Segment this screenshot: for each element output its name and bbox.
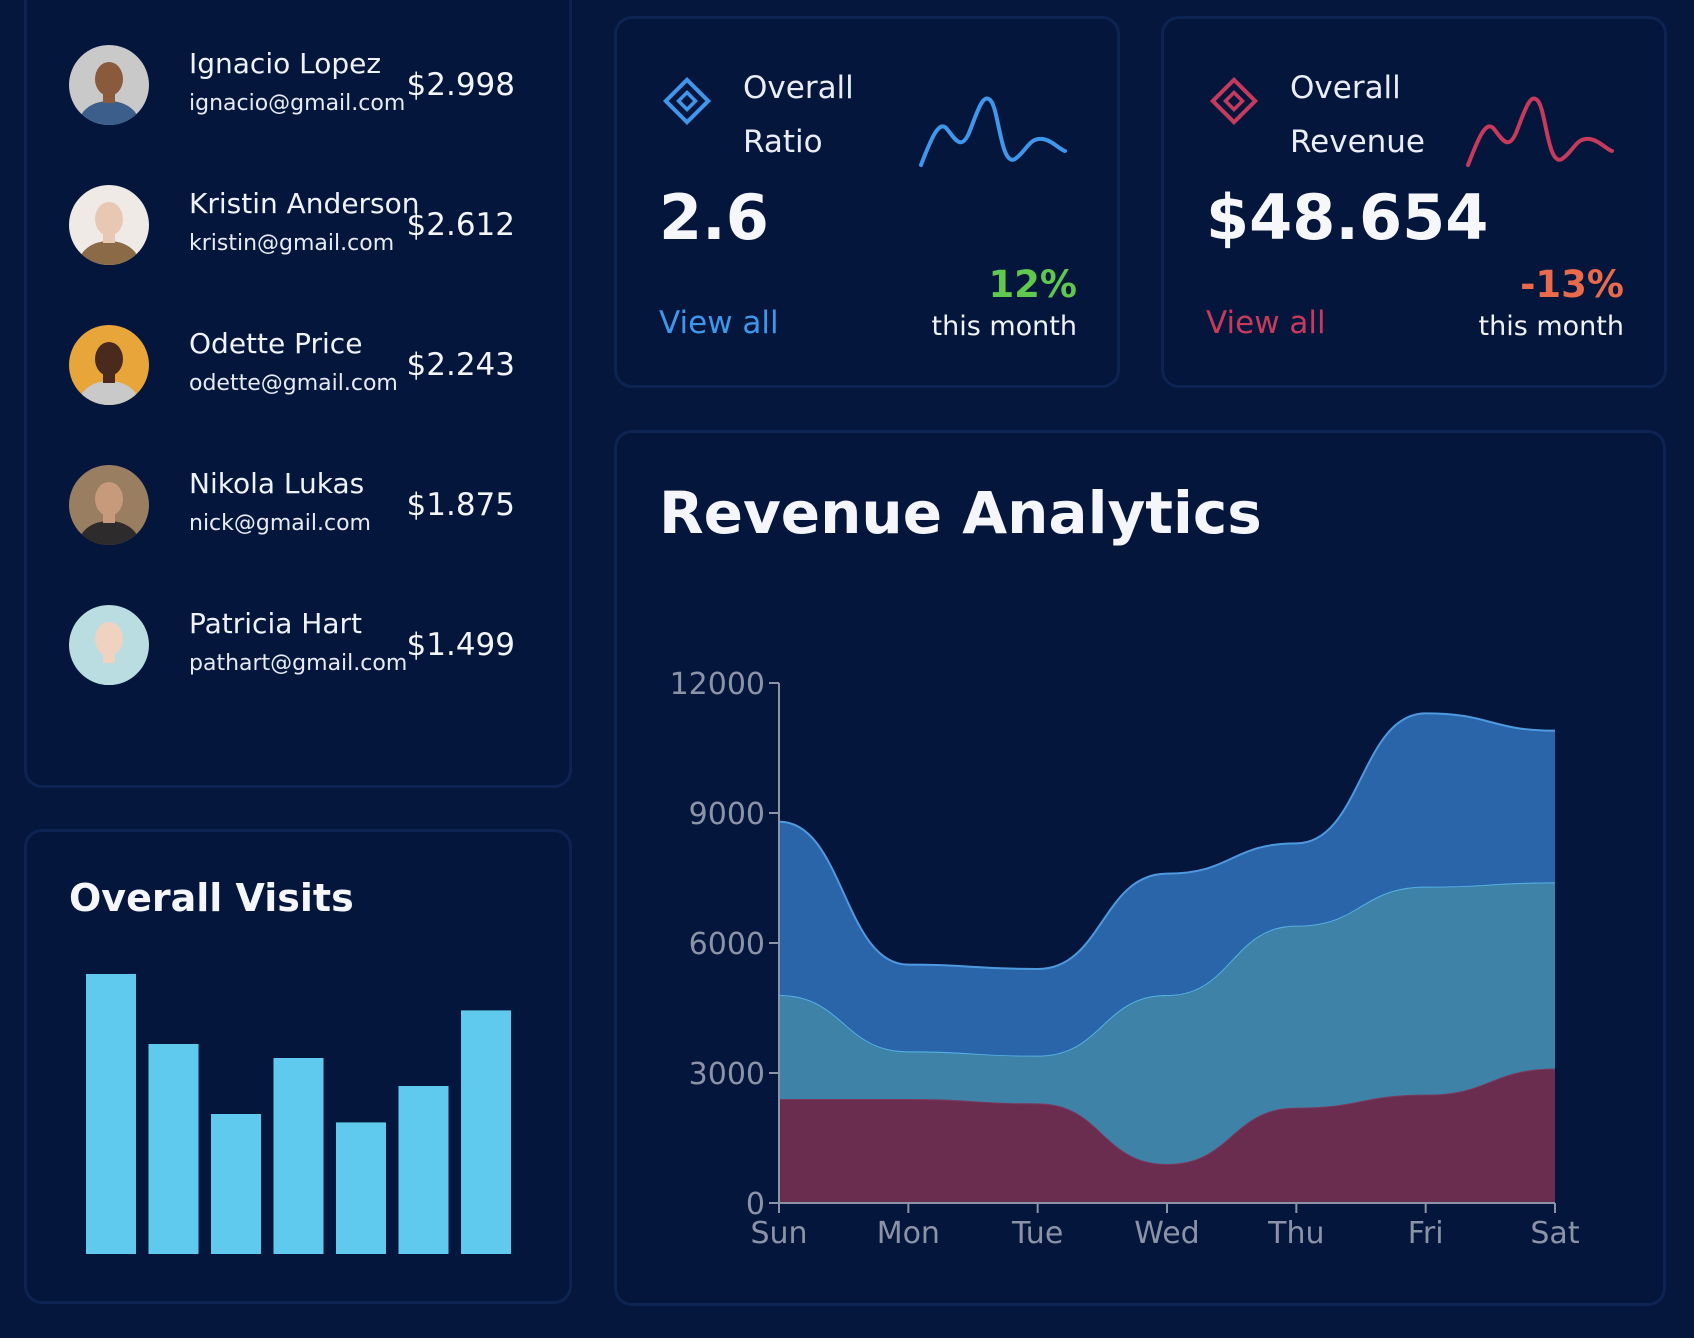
customer-amount: $1.499 xyxy=(406,627,515,663)
ratio-view-all-link[interactable]: View all xyxy=(659,305,779,341)
y-tick-label: 3000 xyxy=(689,1057,765,1092)
avatar xyxy=(69,325,149,405)
customer-row[interactable]: Ignacio Lopez ignacio@gmail.com $2.998 xyxy=(27,45,515,135)
x-tick-label: Mon xyxy=(877,1216,940,1251)
revenue-sparkline xyxy=(1466,96,1614,167)
top-customers-card: Ignacio Lopez ignacio@gmail.com $2.998 Kris… xyxy=(24,0,572,788)
customer-name: Kristin Anderson xyxy=(189,187,420,220)
diamond-icon xyxy=(1209,76,1259,126)
customer-amount: $1.875 xyxy=(406,487,515,523)
customer-email: kristin@gmail.com xyxy=(189,231,395,256)
diamond-icon xyxy=(662,76,712,126)
customer-email: nick@gmail.com xyxy=(189,511,371,536)
x-tick-label: Tue xyxy=(1011,1216,1063,1251)
visits-bar xyxy=(211,1114,261,1254)
ratio-label: Overall Ratio xyxy=(743,70,854,160)
customer-row[interactable]: Kristin Anderson kristin@gmail.com $2.612 xyxy=(27,185,515,275)
customer-name: Nikola Lukas xyxy=(189,467,365,500)
revenue-period: this month xyxy=(1478,311,1624,342)
x-tick-label: Sun xyxy=(750,1216,807,1251)
avatar xyxy=(69,45,149,125)
x-tick-label: Thu xyxy=(1267,1216,1324,1251)
visits-bar-chart xyxy=(86,974,511,1254)
revenue-label: Overall Revenue xyxy=(1290,70,1426,160)
customer-amount: $2.243 xyxy=(406,347,515,383)
customer-name: Patricia Hart xyxy=(189,607,362,640)
customer-email: odette@gmail.com xyxy=(189,371,398,396)
revenue-analytics-card: Revenue Analytics 0 3000 6000 9000 12000 Sun M… xyxy=(614,430,1666,1306)
x-tick-label: Sat xyxy=(1530,1216,1579,1251)
overall-visits-card: Overall Visits xyxy=(24,829,572,1304)
customer-email: ignacio@gmail.com xyxy=(189,91,406,116)
revenue-view-all-link[interactable]: View all xyxy=(1206,305,1326,341)
ratio-sparkline xyxy=(919,96,1067,167)
avatar xyxy=(69,185,149,265)
overall-ratio-card: Overall Ratio 2.6 View all 12% this mont… xyxy=(614,16,1120,388)
customer-name: Odette Price xyxy=(189,327,363,360)
revenue-area-chart: 030006000900012000Sun Mon Tue Wed Thu Fri Sat xyxy=(670,667,1580,1251)
avatar xyxy=(69,605,149,685)
customer-email: pathart@gmail.com xyxy=(189,651,408,676)
y-tick-label: 12000 xyxy=(670,667,765,702)
x-tick-label: Fri xyxy=(1408,1216,1444,1251)
visits-bar xyxy=(86,974,136,1254)
visits-bar xyxy=(398,1086,449,1254)
customer-row[interactable]: Odette Price odette@gmail.com $2.243 xyxy=(27,325,515,415)
ratio-change: 12% xyxy=(988,263,1077,306)
visits-bar xyxy=(461,1010,511,1254)
y-tick-label: 9000 xyxy=(689,797,765,832)
overall-revenue-card: Overall Revenue $48.654 View all -13% th… xyxy=(1161,16,1667,388)
customer-amount: $2.612 xyxy=(406,207,515,243)
y-tick-label: 6000 xyxy=(689,927,765,962)
x-tick-label: Wed xyxy=(1134,1216,1199,1251)
customer-row[interactable]: Nikola Lukas nick@gmail.com $1.875 xyxy=(27,465,515,555)
ratio-value: 2.6 xyxy=(659,181,769,254)
revenue-value: $48.654 xyxy=(1206,181,1489,254)
customer-row[interactable]: Patricia Hart pathart@gmail.com $1.499 xyxy=(27,605,515,695)
visits-bar xyxy=(273,1058,324,1254)
customer-name: Ignacio Lopez xyxy=(189,47,382,80)
avatar xyxy=(69,465,149,545)
customer-amount: $2.998 xyxy=(406,67,515,103)
ratio-period: this month xyxy=(931,311,1077,342)
visits-bar xyxy=(336,1122,386,1254)
visits-bar xyxy=(148,1044,199,1254)
revenue-change: -13% xyxy=(1520,263,1624,306)
